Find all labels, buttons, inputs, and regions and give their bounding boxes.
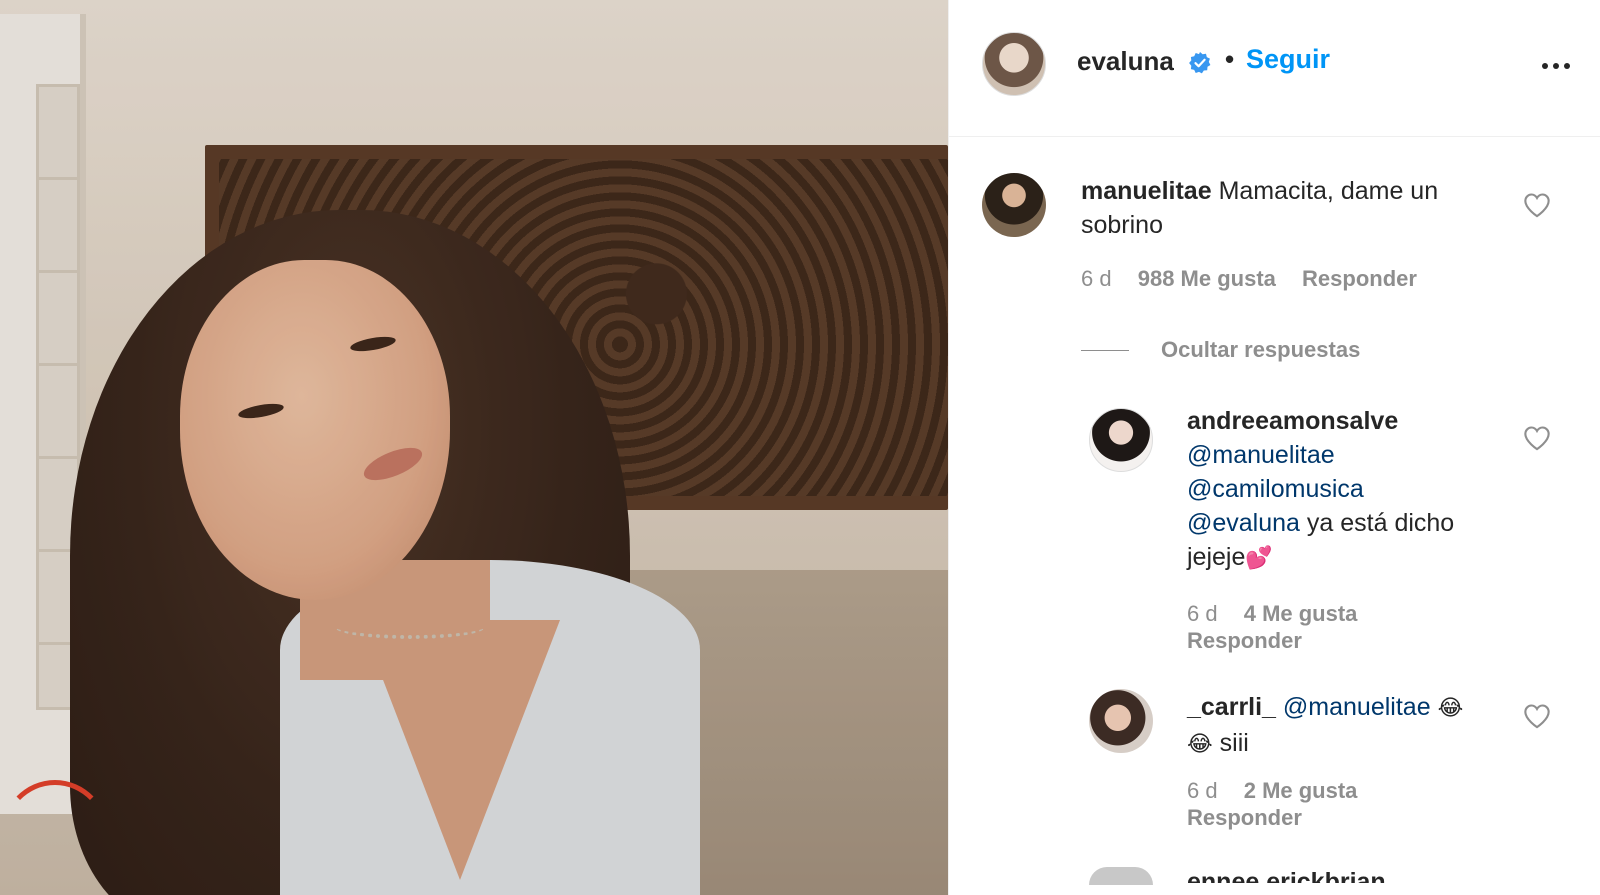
more-options-icon[interactable] <box>1540 54 1572 78</box>
laughing-emoji-icon: 😂 <box>1187 732 1213 757</box>
verified-badge-icon <box>1189 52 1211 74</box>
reply-body: andreeamonsalve @manuelitae @camilomusic… <box>1187 404 1507 576</box>
reply-text: siii <box>1219 729 1249 757</box>
avatar-evaluna[interactable] <box>982 32 1046 96</box>
hide-replies-button[interactable]: Ocultar respuestas <box>1081 334 1360 366</box>
comment-time: 6 d <box>1081 266 1112 291</box>
avatar-next-reply[interactable] <box>1089 867 1153 885</box>
reply-username[interactable]: _carrli_ <box>1187 693 1276 721</box>
reply-username-cutoff[interactable]: ennee.erickbrian <box>1187 865 1386 883</box>
avatar-manuelitae[interactable] <box>982 173 1046 237</box>
post-photo[interactable] <box>0 0 948 895</box>
mention-link[interactable]: @camilomusica <box>1187 475 1364 503</box>
reply-text: ya está dicho <box>1299 509 1455 537</box>
post-author-username[interactable]: evaluna <box>1077 46 1174 77</box>
reply-button[interactable]: Responder <box>1187 805 1302 830</box>
hide-replies-line <box>1081 349 1129 351</box>
mention-link[interactable]: @manuelitae <box>1187 441 1335 469</box>
reply-body: _carrli_ @manuelitae 😂 😂 siii <box>1187 690 1517 762</box>
reply-time: 6 d <box>1187 778 1218 803</box>
follow-button[interactable]: Seguir <box>1246 44 1330 75</box>
mention-link[interactable]: @evaluna <box>1187 509 1300 537</box>
comment-meta: 6 d 988 Me gusta Responder <box>1081 266 1437 292</box>
hearts-emoji-icon: 💕 <box>1245 546 1273 571</box>
reply-button[interactable]: Responder <box>1187 628 1302 653</box>
hide-replies-label: Ocultar respuestas <box>1161 337 1361 362</box>
like-heart-icon[interactable] <box>1523 192 1551 218</box>
reply-username[interactable]: andreeamonsalve <box>1187 407 1398 435</box>
laughing-emoji-icon: 😂 <box>1437 696 1464 721</box>
reply-likes[interactable]: 2 Me gusta <box>1244 778 1358 803</box>
comment-likes[interactable]: 988 Me gusta <box>1138 266 1276 291</box>
reply-likes[interactable]: 4 Me gusta <box>1244 601 1358 626</box>
comments-panel: evaluna • Seguir manuelitae Mamacita, da… <box>948 0 1600 895</box>
reply-button[interactable]: Responder <box>1302 266 1417 291</box>
reply-time: 6 d <box>1187 601 1218 626</box>
reply-meta: 6 d 4 Me gusta Responder <box>1187 600 1447 654</box>
header-separator-dot: • <box>1225 44 1235 74</box>
reply-text: jejeje <box>1187 543 1246 571</box>
reply-meta: 6 d 2 Me gusta Responder <box>1187 777 1447 831</box>
avatar-carrli[interactable] <box>1089 689 1153 753</box>
post-header: evaluna • Seguir <box>949 0 1600 137</box>
comment-username[interactable]: manuelitae <box>1081 177 1212 205</box>
mention-link[interactable]: @manuelitae <box>1283 693 1431 721</box>
photo-tint <box>0 0 948 895</box>
avatar-andreeamonsalve[interactable] <box>1089 408 1153 472</box>
comment-body: manuelitae Mamacita, dame un sobrino <box>1081 174 1501 242</box>
like-heart-icon[interactable] <box>1523 425 1551 451</box>
like-heart-icon[interactable] <box>1523 703 1551 729</box>
